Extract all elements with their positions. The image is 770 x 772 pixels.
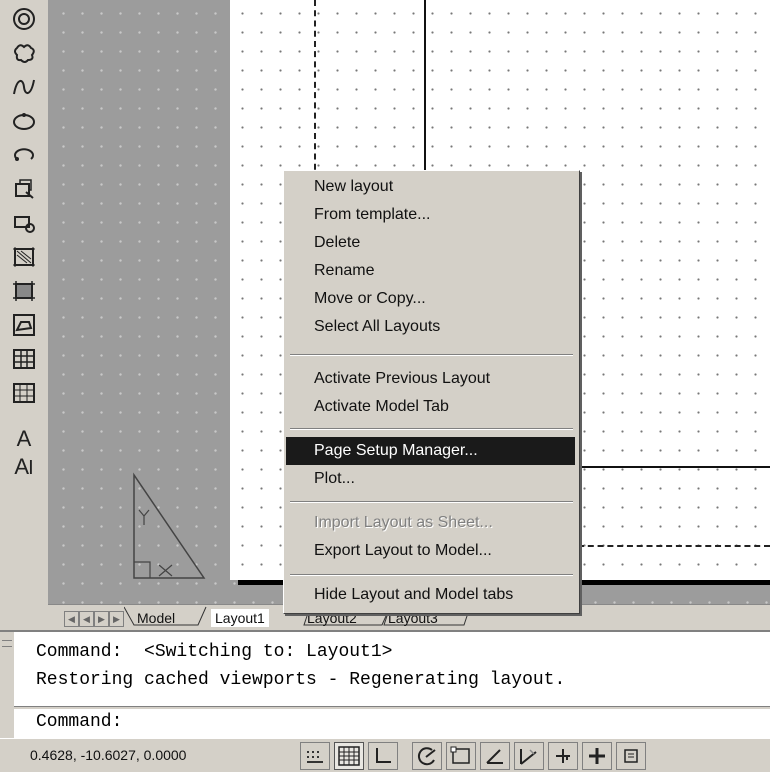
menu-separator xyxy=(290,501,573,503)
donut-icon[interactable] xyxy=(8,4,40,34)
command-history-line: Restoring cached viewports - Regeneratin… xyxy=(36,670,566,690)
add-selected-text-label: AI xyxy=(14,454,34,479)
menu-item-activate-model-tab[interactable]: Activate Model Tab xyxy=(286,393,575,421)
ellipse-icon[interactable] xyxy=(8,106,40,136)
osnap-icon[interactable] xyxy=(446,742,476,770)
prev-tab-button[interactable]: ◀ xyxy=(79,611,94,627)
command-window-grip[interactable] xyxy=(0,632,14,740)
next-tab-button[interactable]: ▶ xyxy=(94,611,109,627)
status-bar: 0.4628, -10.6027, 0.0000 xyxy=(0,738,770,772)
tab-layout1[interactable]: Layout1 xyxy=(211,609,269,627)
menu-item-activate-previous-layout[interactable]: Activate Previous Layout xyxy=(286,365,575,393)
menu-item-hide-layout-and-model-tabs[interactable]: Hide Layout and Model tabs xyxy=(286,581,575,609)
point-icon[interactable] xyxy=(8,242,40,272)
ellipse-arc-icon[interactable] xyxy=(8,140,40,170)
add-selected-text-letter: A xyxy=(14,454,30,479)
menu-item-export-layout-to-model[interactable]: Export Layout to Model... xyxy=(286,537,575,565)
ducs-icon[interactable] xyxy=(514,742,544,770)
snap-icon[interactable] xyxy=(300,742,330,770)
multiline-text-label: A xyxy=(16,426,32,451)
command-input[interactable] xyxy=(140,710,744,736)
polar-icon[interactable] xyxy=(412,742,442,770)
first-tab-button[interactable]: ◀ xyxy=(64,611,79,627)
otrack-icon[interactable] xyxy=(480,742,510,770)
menu-item-new-layout[interactable]: New layout xyxy=(286,173,575,201)
menu-item-rename[interactable]: Rename xyxy=(286,257,575,285)
menu-item-import-layout-as-sheet: Import Layout as Sheet... xyxy=(314,514,493,531)
make-block-icon[interactable] xyxy=(8,208,40,238)
gradient-icon[interactable] xyxy=(8,310,40,340)
layout-context-menu: New layout From template... Delete Renam… xyxy=(283,170,580,614)
menu-item-page-setup-manager[interactable]: Page Setup Manager... xyxy=(286,437,575,465)
command-separator xyxy=(14,706,770,709)
centerline-vertical xyxy=(314,0,316,180)
tab-model[interactable]: Model xyxy=(137,609,175,627)
command-history-line: Command: <Switching to: Layout1> xyxy=(36,642,393,662)
menu-item-delete[interactable]: Delete xyxy=(286,229,575,257)
menu-item-plot[interactable]: Plot... xyxy=(286,465,575,493)
model-icon[interactable] xyxy=(616,742,646,770)
text-cursor-glyph: I xyxy=(28,457,34,479)
menu-item-move-or-copy[interactable]: Move or Copy... xyxy=(286,285,575,313)
centerline-horizontal xyxy=(578,545,770,547)
revision-cloud-icon[interactable] xyxy=(8,38,40,68)
draw-toolbar: A AI xyxy=(0,0,48,630)
ucs-icon xyxy=(133,472,206,579)
insert-block-icon[interactable] xyxy=(8,174,40,204)
menu-separator xyxy=(290,354,573,356)
coordinate-readout[interactable]: 0.4628, -10.6027, 0.0000 xyxy=(30,747,186,763)
menu-item-select-all-layouts[interactable]: Select All Layouts xyxy=(286,313,575,341)
multiline-text-icon[interactable]: A xyxy=(8,424,40,454)
add-selected-text-icon[interactable]: AI xyxy=(8,452,40,482)
ortho-icon[interactable] xyxy=(368,742,398,770)
command-prompt: Command: xyxy=(36,712,123,732)
hatch-icon[interactable] xyxy=(8,276,40,306)
menu-separator xyxy=(290,574,573,576)
grid-icon[interactable] xyxy=(334,742,364,770)
dyn-icon[interactable] xyxy=(548,742,578,770)
lwt-icon[interactable] xyxy=(582,742,612,770)
region-icon[interactable] xyxy=(8,344,40,374)
menu-item-from-template[interactable]: From template... xyxy=(286,201,575,229)
spline-icon[interactable] xyxy=(8,72,40,102)
menu-separator xyxy=(290,428,573,430)
table-icon[interactable] xyxy=(8,378,40,408)
last-tab-button[interactable]: ▶ xyxy=(109,611,124,627)
command-window: Command: <Switching to: Layout1> Restori… xyxy=(0,630,770,740)
